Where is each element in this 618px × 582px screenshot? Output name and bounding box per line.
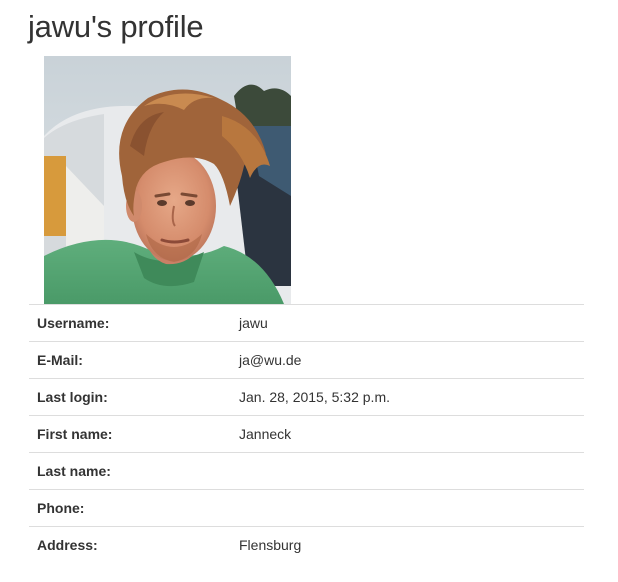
phone-value [223, 489, 584, 527]
username-value: jawu [223, 304, 584, 342]
table-row-last-name: Last name: [29, 452, 584, 490]
table-row-username: Username: jawu [29, 304, 584, 342]
table-row-email: E-Mail: ja@wu.de [29, 341, 584, 379]
last-login-label: Last login: [29, 378, 223, 416]
first-name-label: First name: [29, 415, 223, 453]
address-value: Flensburg [223, 526, 584, 564]
last-name-label: Last name: [29, 452, 223, 490]
first-name-value: Janneck [223, 415, 584, 453]
email-value: ja@wu.de [223, 341, 584, 379]
email-label: E-Mail: [29, 341, 223, 379]
avatar [44, 56, 291, 304]
username-label: Username: [29, 304, 223, 342]
table-row-address: Address: Flensburg [29, 526, 584, 564]
page-title: jawu's profile [28, 9, 204, 44]
profile-table: Username: jawu E-Mail: ja@wu.de Last log… [29, 304, 584, 564]
address-label: Address: [29, 526, 223, 564]
table-row-phone: Phone: [29, 489, 584, 527]
phone-label: Phone: [29, 489, 223, 527]
table-row-first-name: First name: Janneck [29, 415, 584, 453]
table-row-last-login: Last login: Jan. 28, 2015, 5:32 p.m. [29, 378, 584, 416]
last-name-value [223, 452, 584, 490]
last-login-value: Jan. 28, 2015, 5:32 p.m. [223, 378, 584, 416]
